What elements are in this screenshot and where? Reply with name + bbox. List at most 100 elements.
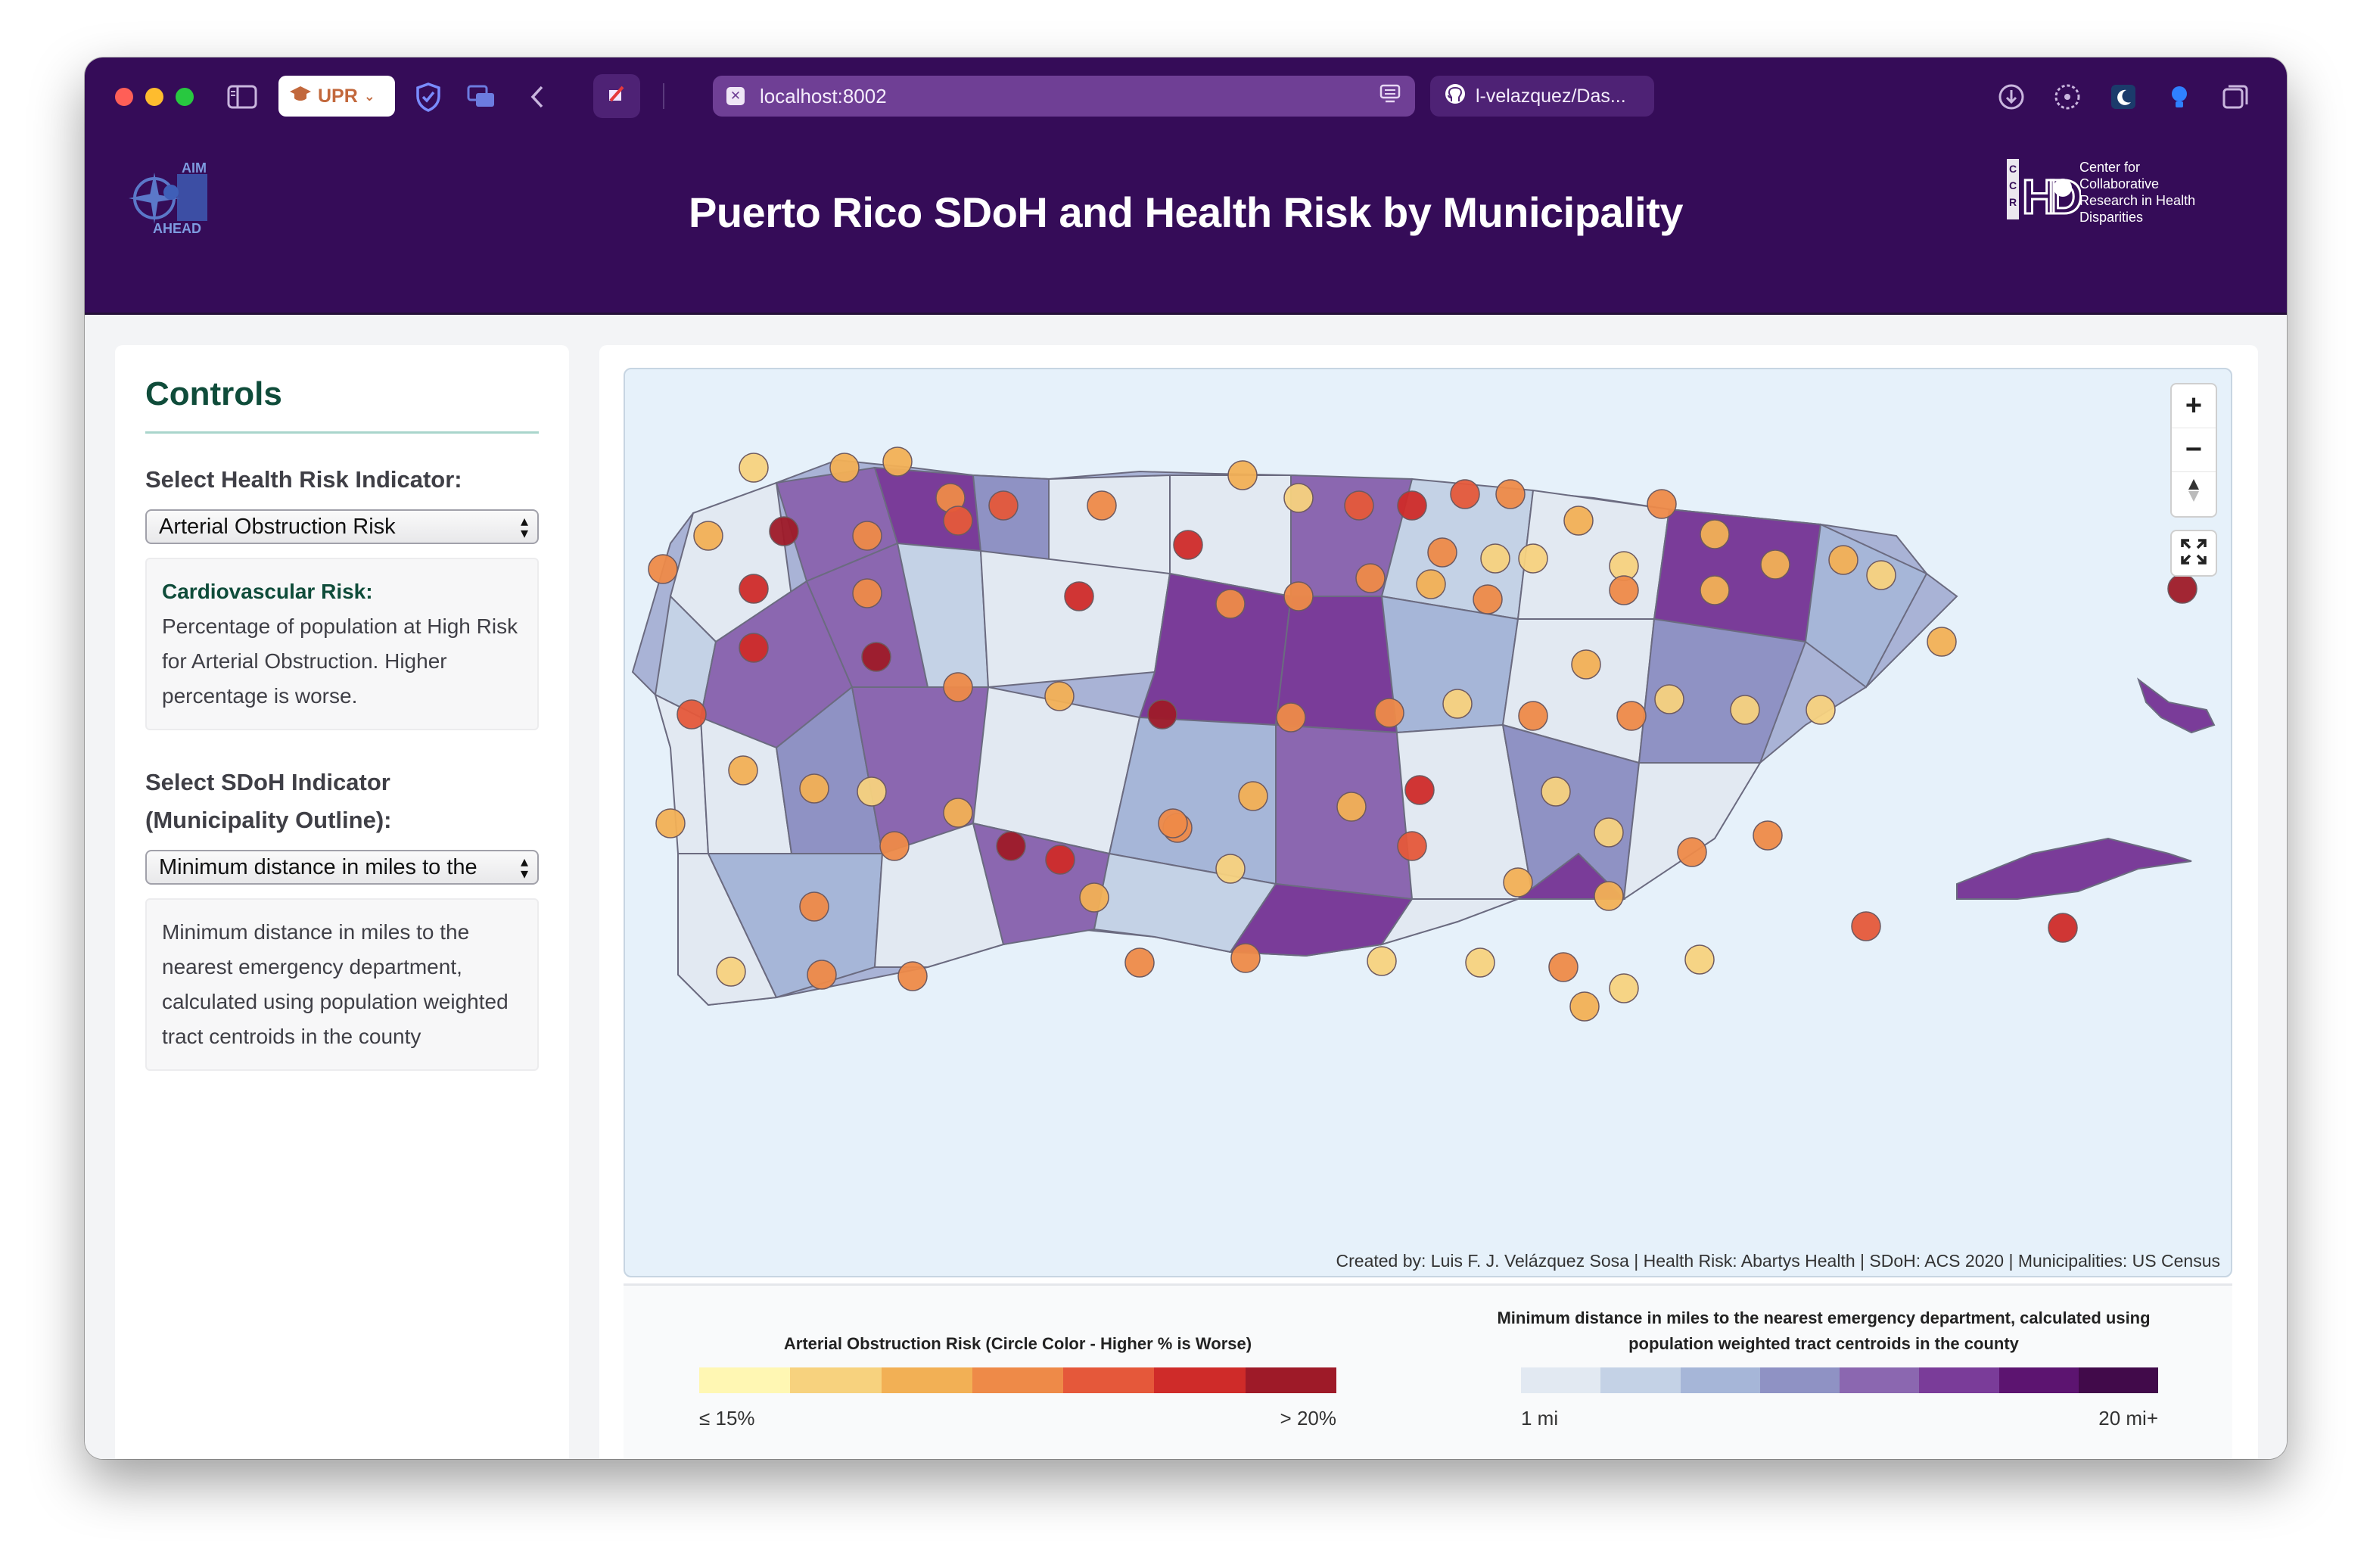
municipality-risk-marker[interactable] (2048, 913, 2078, 943)
municipality-risk-marker[interactable] (1700, 575, 1730, 605)
municipality-risk-marker[interactable] (1215, 854, 1246, 884)
health-indicator-select[interactable]: Arterial Obstruction Risk ▴ ▾ (145, 509, 539, 544)
municipality-risk-marker[interactable] (1045, 845, 1075, 875)
municipality-risk-marker[interactable] (1518, 543, 1548, 574)
municipality-risk-marker[interactable] (1594, 817, 1624, 848)
municipality-risk-marker[interactable] (1044, 681, 1075, 711)
municipality-risk-marker[interactable] (1374, 698, 1404, 728)
municipality-risk-marker[interactable] (1215, 589, 1246, 619)
municipality-risk-marker[interactable] (1730, 695, 1760, 725)
municipality-risk-marker[interactable] (879, 831, 910, 861)
municipality-risk-marker[interactable] (1480, 543, 1510, 574)
municipality-risk-marker[interactable] (1654, 684, 1684, 714)
municipality-risk-marker[interactable] (1569, 991, 1600, 1022)
municipality-risk-marker[interactable] (728, 755, 758, 786)
municipality-risk-marker[interactable] (1450, 479, 1480, 509)
municipality-risk-marker[interactable] (2167, 574, 2197, 604)
reset-north-button[interactable] (2172, 472, 2216, 516)
reader-mode-icon[interactable] (1379, 83, 1401, 110)
municipality-risk-marker[interactable] (1518, 701, 1548, 731)
municipality-risk-marker[interactable] (739, 574, 769, 604)
municipality-risk-marker[interactable] (1616, 701, 1647, 731)
municipality-risk-marker[interactable] (1647, 489, 1677, 519)
municipality-risk-marker[interactable] (1503, 867, 1533, 898)
municipality-risk-marker[interactable] (1563, 506, 1594, 536)
municipality-risk-marker[interactable] (1276, 702, 1306, 733)
municipality-risk-marker[interactable] (1760, 549, 1790, 580)
tab-group-icon[interactable] (463, 79, 499, 115)
municipality-risk-marker[interactable] (1806, 695, 1836, 725)
dark-mode-icon[interactable] (2105, 79, 2141, 115)
municipality-risk-marker[interactable] (1079, 882, 1109, 913)
favicon-tab[interactable] (593, 74, 640, 118)
municipality-risk-marker[interactable] (943, 506, 973, 536)
municipality-risk-marker[interactable] (1541, 776, 1571, 807)
municipality-risk-marker[interactable] (1355, 563, 1386, 593)
municipality-risk-marker[interactable] (1427, 537, 1457, 568)
municipality-risk-marker[interactable] (861, 642, 891, 672)
municipality-risk-marker[interactable] (1397, 490, 1427, 521)
municipality-risk-marker[interactable] (852, 578, 882, 608)
municipality-risk-marker[interactable] (1753, 820, 1783, 851)
municipality-risk-marker[interactable] (996, 831, 1026, 861)
sdoh-indicator-select[interactable]: Minimum distance in miles to the ▴ ▾ (145, 850, 539, 885)
municipality-risk-marker[interactable] (1495, 479, 1526, 509)
municipality-risk-marker[interactable] (1828, 545, 1858, 575)
profile-button[interactable]: UPR ⌄ (278, 76, 395, 117)
municipality-risk-marker[interactable] (1173, 530, 1203, 560)
municipality-risk-marker[interactable] (1416, 569, 1446, 599)
municipality-risk-marker[interactable] (716, 957, 746, 987)
municipality-risk-marker[interactable] (1609, 575, 1639, 605)
municipality-risk-marker[interactable] (1087, 490, 1117, 521)
municipality-risk-marker[interactable] (1367, 946, 1397, 976)
minimize-window-button[interactable] (145, 88, 163, 106)
municipality-risk-marker[interactable] (1594, 881, 1624, 911)
municipality-risk-marker[interactable] (1064, 581, 1094, 611)
municipality-risk-marker[interactable] (799, 773, 829, 804)
municipality-risk-marker[interactable] (943, 672, 973, 702)
municipality-risk-marker[interactable] (1336, 792, 1367, 822)
fullscreen-button[interactable] (2170, 530, 2217, 577)
site-settings-icon[interactable]: ✕ (726, 87, 745, 105)
tab-github[interactable]: l-velazquez/Das... (1430, 76, 1654, 117)
municipality-risk-marker[interactable] (1442, 689, 1473, 719)
municipality-risk-marker[interactable] (943, 798, 973, 828)
download-icon[interactable] (1993, 79, 2030, 115)
municipality-risk-marker[interactable] (677, 699, 707, 730)
lightbulb-icon[interactable] (2161, 79, 2197, 115)
municipality-risk-marker[interactable] (655, 808, 686, 838)
municipality-risk-marker[interactable] (1473, 584, 1503, 614)
municipality-risk-marker[interactable] (857, 776, 887, 807)
municipality-risk-marker[interactable] (1677, 837, 1707, 867)
municipality-risk-marker[interactable] (1397, 831, 1427, 861)
municipality-risk-marker[interactable] (1548, 952, 1579, 982)
municipality-risk-marker[interactable] (1147, 699, 1177, 730)
municipality-risk-marker[interactable] (739, 453, 769, 483)
culebra-island[interactable] (2137, 677, 2216, 734)
municipality-risk-marker[interactable] (1404, 775, 1435, 805)
municipality-risk-marker[interactable] (1230, 943, 1261, 973)
municipality-risk-marker[interactable] (739, 633, 769, 663)
municipality-risk-marker[interactable] (1238, 781, 1268, 811)
municipality-risk-marker[interactable] (648, 554, 678, 584)
municipality-map-svg[interactable] (625, 369, 2232, 1277)
zoom-in-button[interactable]: + (2172, 384, 2216, 428)
municipality-risk-marker[interactable] (988, 490, 1019, 521)
municipality-risk-marker[interactable] (799, 891, 829, 922)
municipality-risk-marker[interactable] (1684, 944, 1715, 975)
municipality-risk-marker[interactable] (1927, 627, 1957, 657)
back-icon[interactable] (519, 79, 555, 115)
vieques-island[interactable] (1956, 837, 2192, 900)
municipality-risk-marker[interactable] (852, 521, 882, 551)
choropleth-map[interactable]: + − Created by: Luis F. J. Velázquez Sos… (624, 368, 2232, 1277)
municipality-risk-marker[interactable] (1851, 911, 1881, 941)
municipality-risk-marker[interactable] (1866, 560, 1896, 590)
municipality-risk-marker[interactable] (1283, 581, 1314, 611)
extension-icon[interactable] (2049, 79, 2086, 115)
zoom-out-button[interactable]: − (2172, 428, 2216, 472)
municipality-risk-marker[interactable] (1227, 460, 1258, 490)
municipality-risk-marker[interactable] (882, 446, 913, 477)
municipality-risk-marker[interactable] (829, 453, 860, 483)
municipality-risk-marker[interactable] (769, 516, 799, 546)
municipality-risk-marker[interactable] (1344, 490, 1374, 521)
